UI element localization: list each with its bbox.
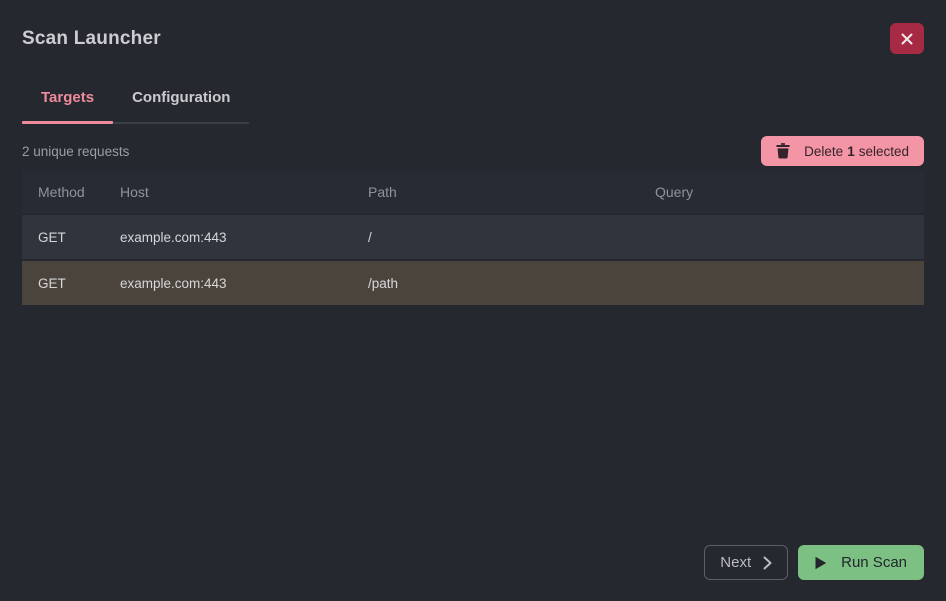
run-scan-button[interactable]: Run Scan [798, 545, 924, 580]
unique-requests-summary: 2 unique requests [22, 144, 129, 159]
cell-method: GET [22, 276, 104, 291]
close-button[interactable] [890, 23, 924, 54]
cell-host: example.com:443 [104, 230, 352, 245]
play-icon [815, 556, 827, 570]
cell-host: example.com:443 [104, 276, 352, 291]
close-icon [900, 32, 914, 46]
content-spacer [0, 305, 946, 545]
dialog-header: Scan Launcher [0, 0, 946, 54]
table-row[interactable]: GET example.com:443 / [22, 215, 924, 259]
column-header-method: Method [22, 184, 104, 200]
tab-targets[interactable]: Targets [22, 90, 113, 122]
selected-count: 1 [847, 144, 855, 159]
tab-configuration[interactable]: Configuration [113, 90, 249, 122]
tab-bar: Targets Configuration [22, 90, 249, 124]
table-row-selected[interactable]: GET example.com:443 /path [22, 261, 924, 305]
cell-path: /path [352, 276, 639, 291]
next-button[interactable]: Next [704, 545, 788, 580]
delete-selected-button[interactable]: Delete1selected [761, 136, 924, 166]
trash-icon [776, 143, 790, 159]
cell-path: / [352, 230, 639, 245]
run-scan-label: Run Scan [841, 554, 907, 571]
column-header-query: Query [639, 184, 924, 200]
column-header-host: Host [104, 184, 352, 200]
page-title: Scan Launcher [22, 28, 161, 50]
dialog-footer: Next Run Scan [0, 545, 946, 601]
delete-selected-label: Delete1selected [804, 144, 909, 159]
table-header-row: Method Host Path Query [22, 171, 924, 213]
cell-method: GET [22, 230, 104, 245]
next-button-label: Next [720, 554, 751, 571]
requests-table: Method Host Path Query GET example.com:4… [22, 171, 924, 305]
targets-toolbar: 2 unique requests Delete1selected [22, 136, 924, 166]
column-header-path: Path [352, 184, 639, 200]
chevron-right-icon [763, 556, 772, 570]
